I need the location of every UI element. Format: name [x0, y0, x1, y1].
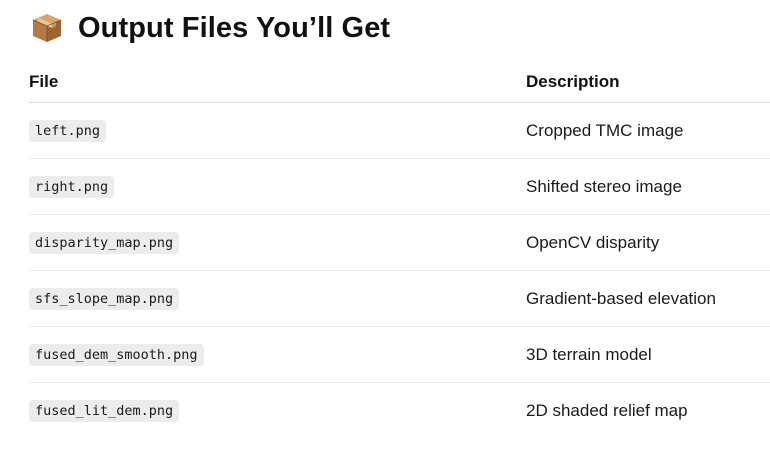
file-cell: fused_dem_smooth.png [29, 326, 526, 383]
file-description: Shifted stereo image [526, 176, 682, 196]
description-cell: Shifted stereo image [526, 158, 770, 215]
file-description: 3D terrain model [526, 344, 652, 364]
file-description: 2D shaded relief map [526, 400, 688, 420]
file-cell: disparity_map.png [29, 214, 526, 271]
file-name-code: sfs_slope_map.png [29, 287, 180, 310]
table-row: right.png Shifted stereo image [29, 158, 770, 215]
table-row: fused_lit_dem.png 2D shaded relief map [29, 383, 770, 439]
file-name-code: disparity_map.png [29, 231, 180, 254]
file-name-code: fused_lit_dem.png [29, 399, 180, 422]
file-description: Cropped TMC image [526, 120, 684, 140]
description-cell: Gradient-based elevation [526, 270, 770, 327]
description-cell: 2D shaded relief map [526, 383, 770, 439]
output-files-table: File Description left.png Cropped TMC im… [29, 61, 770, 438]
description-cell: OpenCV disparity [526, 214, 770, 271]
file-cell: fused_lit_dem.png [29, 383, 526, 439]
description-cell: Cropped TMC image [526, 102, 770, 159]
file-name-code: fused_dem_smooth.png [29, 343, 204, 366]
table-row: sfs_slope_map.png Gradient-based elevati… [29, 270, 770, 327]
file-description: Gradient-based elevation [526, 288, 716, 308]
page-title: Output Files You’ll Get [78, 11, 391, 44]
file-cell: sfs_slope_map.png [29, 270, 526, 327]
file-cell: right.png [29, 158, 526, 215]
file-cell: left.png [29, 102, 526, 159]
column-header-file: File [29, 61, 526, 103]
table-row: fused_dem_smooth.png 3D terrain model [29, 326, 770, 383]
package-icon [30, 11, 64, 45]
table-header-row: File Description [29, 61, 770, 103]
file-name-code: right.png [29, 175, 115, 198]
page-heading: Output Files You’ll Get [30, 8, 390, 48]
description-cell: 3D terrain model [526, 326, 770, 383]
file-description: OpenCV disparity [526, 232, 660, 252]
table-row: left.png Cropped TMC image [29, 102, 770, 159]
column-header-description: Description [526, 61, 770, 103]
file-name-code: left.png [29, 119, 107, 142]
table-row: disparity_map.png OpenCV disparity [29, 214, 770, 271]
